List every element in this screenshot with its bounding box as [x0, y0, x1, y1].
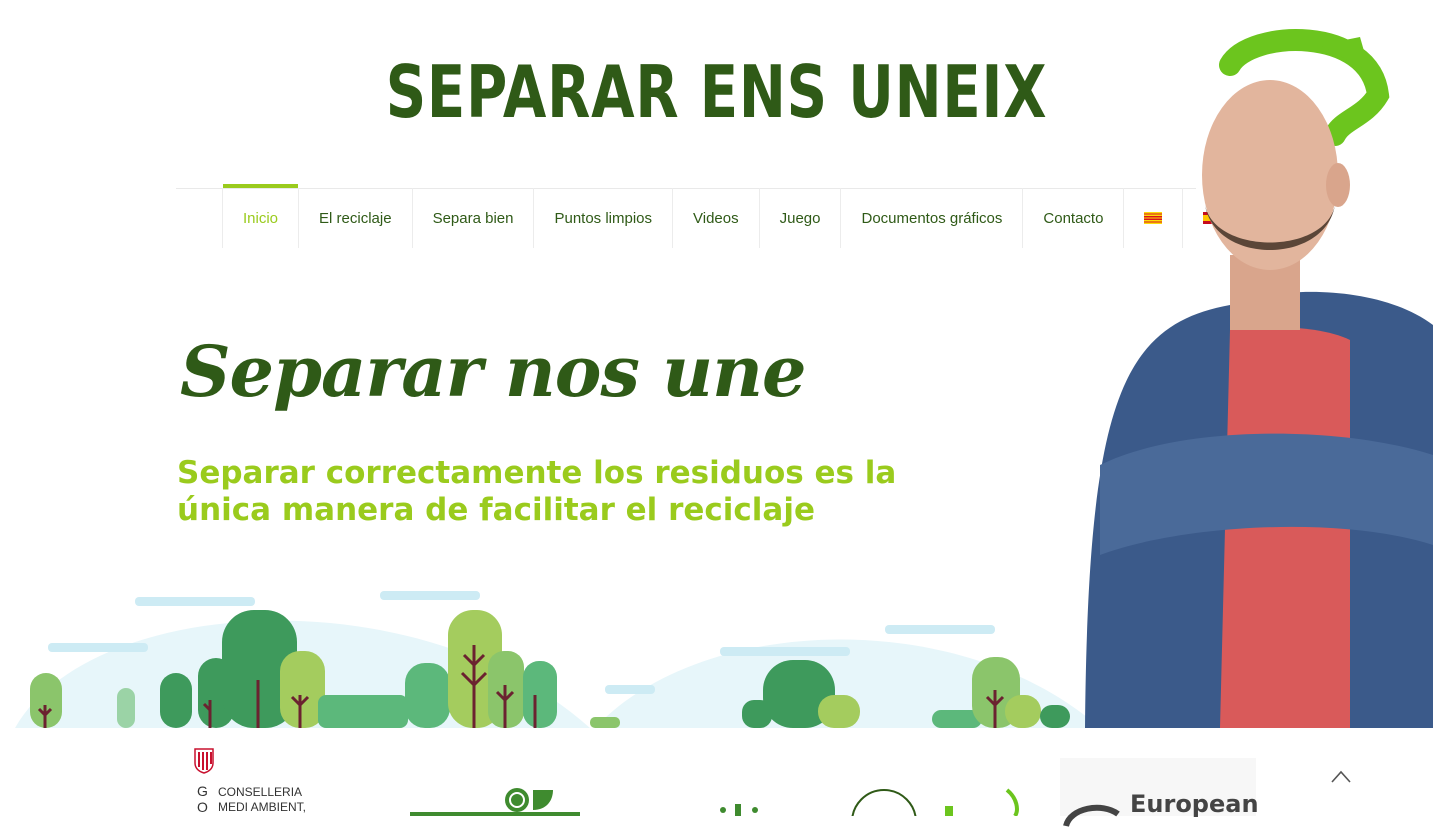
govt-name-line: CONSELLERIA	[218, 785, 303, 799]
govern-crest-icon	[194, 748, 214, 774]
eu-logo-text: European	[1130, 790, 1259, 818]
ecoembes-logo	[410, 788, 580, 816]
forest-illustration	[15, 591, 1100, 728]
scroll-to-top-button[interactable]	[1328, 766, 1354, 786]
partner-logos	[720, 788, 1019, 816]
nav-item-documentos-graficos[interactable]: Documentos gráficos	[841, 188, 1024, 248]
nav-item-puntos-limpios[interactable]: Puntos limpios	[534, 188, 674, 248]
nav-item-juego[interactable]: Juego	[760, 188, 842, 248]
govt-letter: G	[197, 783, 208, 799]
govt-letter: O	[197, 799, 208, 815]
nav-item-inicio[interactable]: Inicio	[222, 184, 300, 248]
hero-title: Separar nos une	[180, 330, 807, 413]
eu-arrow-icon	[1063, 804, 1120, 828]
person-illustration	[1085, 29, 1433, 728]
nav-item-separa-bien[interactable]: Separa bien	[413, 188, 535, 248]
govt-name-line: MEDI AMBIENT,	[218, 800, 307, 814]
hero-subtitle: Separar correctamente los residuos es la…	[177, 455, 897, 528]
nav-item-videos[interactable]: Videos	[673, 188, 760, 248]
nav-item-el-reciclaje[interactable]: El reciclaje	[299, 188, 413, 248]
